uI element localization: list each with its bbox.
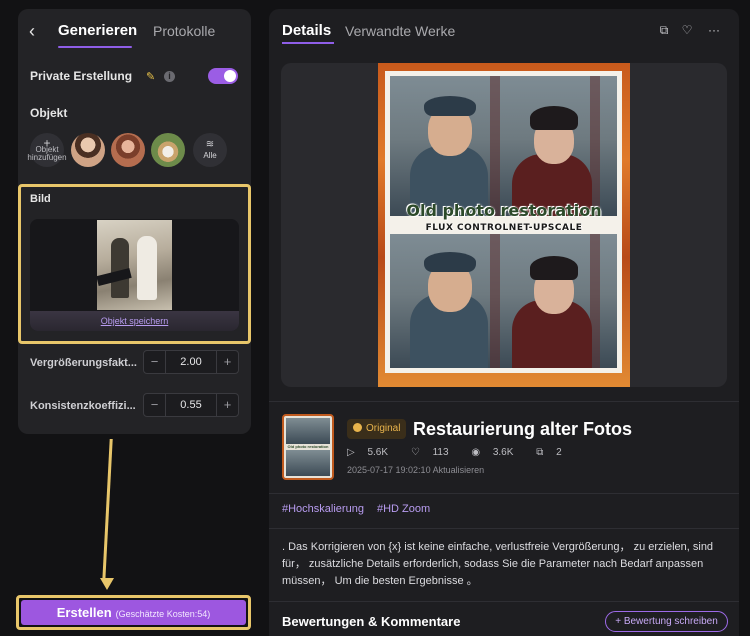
poster-image: Old photo restoration FLUX CONTROLNET-UP… <box>378 63 630 387</box>
layers-icon: ≋ <box>205 139 215 150</box>
poster-title: Old photo restoration <box>406 201 602 220</box>
annotation-arrow-head <box>100 578 114 590</box>
add-object-button[interactable]: + Objekt hinzufügen <box>27 133 67 167</box>
write-review-button[interactable]: + Bewertung schreiben <box>605 611 728 632</box>
create-highlight: Erstellen (Geschätzte Kosten:54) <box>16 595 251 630</box>
restored-photo-top <box>390 76 617 216</box>
share-icon[interactable]: ⧉ <box>657 23 671 38</box>
shares-count: 2 <box>556 447 562 458</box>
tab-related-works[interactable]: Verwandte Werke <box>345 23 455 39</box>
consistency-stepper[interactable]: − 0.55 + <box>143 393 239 417</box>
more-icon[interactable]: ··· <box>707 23 721 37</box>
tab-details-underline <box>282 42 334 44</box>
views-stat: ◉ 3.6K <box>471 447 523 458</box>
annotation-arrow <box>102 439 113 581</box>
create-button-label: Erstellen <box>56 605 112 620</box>
preview-area[interactable]: Old photo restoration FLUX CONTROLNET-UP… <box>281 63 727 387</box>
thumb-photo-bottom <box>286 450 330 476</box>
private-creation-label: Private Erstellung <box>30 69 133 83</box>
man-hat <box>424 252 476 272</box>
tag-hd-zoom[interactable]: #HD Zoom <box>377 503 430 515</box>
thumb-title: Old photo restoration <box>287 444 329 449</box>
original-badge: Original <box>347 419 407 439</box>
create-button[interactable]: Erstellen (Geschätzte Kosten:54) <box>21 600 246 625</box>
increment-button[interactable]: + <box>216 351 238 373</box>
heart-icon: ♡ <box>410 447 423 458</box>
toggle-knob <box>224 70 236 82</box>
tab-details[interactable]: Details <box>282 22 331 39</box>
restored-photo-bottom <box>390 234 617 368</box>
old-wedding-photo <box>96 220 172 310</box>
description: . Das Korrigieren von {x} ist keine einf… <box>282 541 714 587</box>
object-avatar-2[interactable] <box>111 133 145 167</box>
tab-generate-underline <box>58 46 132 48</box>
work-thumbnail: Old photo restoration <box>282 414 334 480</box>
carousel-dots[interactable] <box>487 377 519 387</box>
wand-icon: ✎ <box>146 71 156 83</box>
poster-subtitle: FLUX CONTROLNET-UPSCALE <box>425 223 583 233</box>
image-preview[interactable]: Objekt speichern <box>30 219 239 331</box>
work-title: Restaurierung alter Fotos <box>413 419 633 439</box>
scale-stepper[interactable]: − 2.00 + <box>143 350 239 374</box>
thumb-photo-top <box>286 418 330 444</box>
badge-icon <box>353 423 362 432</box>
save-object-link[interactable]: Objekt speichern <box>101 316 169 326</box>
divider <box>269 493 739 494</box>
decrement-button[interactable]: − <box>144 394 166 416</box>
comments-title: Bewertungen & Kommentare <box>282 614 461 629</box>
background-pillar <box>490 234 500 368</box>
shares-stat: ⧉ 2 <box>536 447 571 458</box>
woman-hat <box>530 256 578 280</box>
back-icon[interactable]: ‹ <box>29 22 43 40</box>
object-label: Objekt <box>30 106 68 120</box>
divider <box>269 401 739 402</box>
eye-icon: ◉ <box>471 447 483 458</box>
increment-button[interactable]: + <box>216 394 238 416</box>
add-object-label: Objekt hinzufügen <box>27 145 67 162</box>
work-stats: ▷ 5.6K ♡ 113 ◉ 3.6K ⧉ 2 <box>347 447 582 458</box>
left-panel: ‹ Generieren Protokolle Private Erstellu… <box>18 9 251 434</box>
updated-date: 2025-07-17 19:02:10 Aktualisieren <box>347 465 485 475</box>
scale-value[interactable]: 2.00 <box>166 351 216 373</box>
poster-frame <box>385 71 622 373</box>
plays-stat: ▷ 5.6K <box>347 447 398 458</box>
right-panel: Details Verwandte Werke ⧉ ♡ ··· Old phot… <box>269 9 739 636</box>
play-icon: ▷ <box>347 447 358 458</box>
background-pillar <box>490 76 500 216</box>
param-label-scale: Vergrößerungsfakt... <box>30 357 137 369</box>
left-tabs: ‹ Generieren Protokolle <box>18 9 251 55</box>
divider <box>269 528 739 529</box>
decrement-button[interactable]: − <box>144 351 166 373</box>
param-label-consistency: Konsistenzkoeffizi... <box>30 400 136 412</box>
views-count: 3.6K <box>492 447 514 458</box>
heart-icon[interactable]: ♡ <box>680 23 694 37</box>
consistency-value[interactable]: 0.55 <box>166 394 216 416</box>
tab-generate[interactable]: Generieren <box>58 22 137 39</box>
share-icon: ⧉ <box>536 447 547 458</box>
create-button-cost: (Geschätzte Kosten:54) <box>115 609 211 619</box>
tab-logs[interactable]: Protokolle <box>153 23 215 39</box>
object-avatar-3[interactable] <box>151 133 185 167</box>
divider <box>269 601 739 602</box>
all-objects-button[interactable]: ≋ Alle <box>193 133 227 167</box>
private-creation-toggle[interactable] <box>208 68 238 84</box>
badge-label: Original <box>366 423 401 434</box>
save-object-strip: Objekt speichern <box>30 311 239 331</box>
likes-count: 113 <box>432 447 449 458</box>
image-section: Bild Objekt speichern <box>18 184 251 344</box>
likes-stat: ♡ 113 <box>411 447 459 458</box>
photo-bride <box>137 236 157 300</box>
tag-upscaling[interactable]: #Hochskalierung <box>282 503 364 515</box>
man-hat <box>424 96 476 116</box>
all-objects-label: Alle <box>203 151 217 160</box>
object-avatar-1[interactable] <box>71 133 105 167</box>
woman-hat <box>530 106 578 130</box>
image-label: Bild <box>30 193 51 205</box>
plays-count: 5.6K <box>367 447 389 458</box>
tag-list: #Hochskalierung #HD Zoom <box>282 503 440 515</box>
info-icon[interactable]: i <box>164 71 175 82</box>
